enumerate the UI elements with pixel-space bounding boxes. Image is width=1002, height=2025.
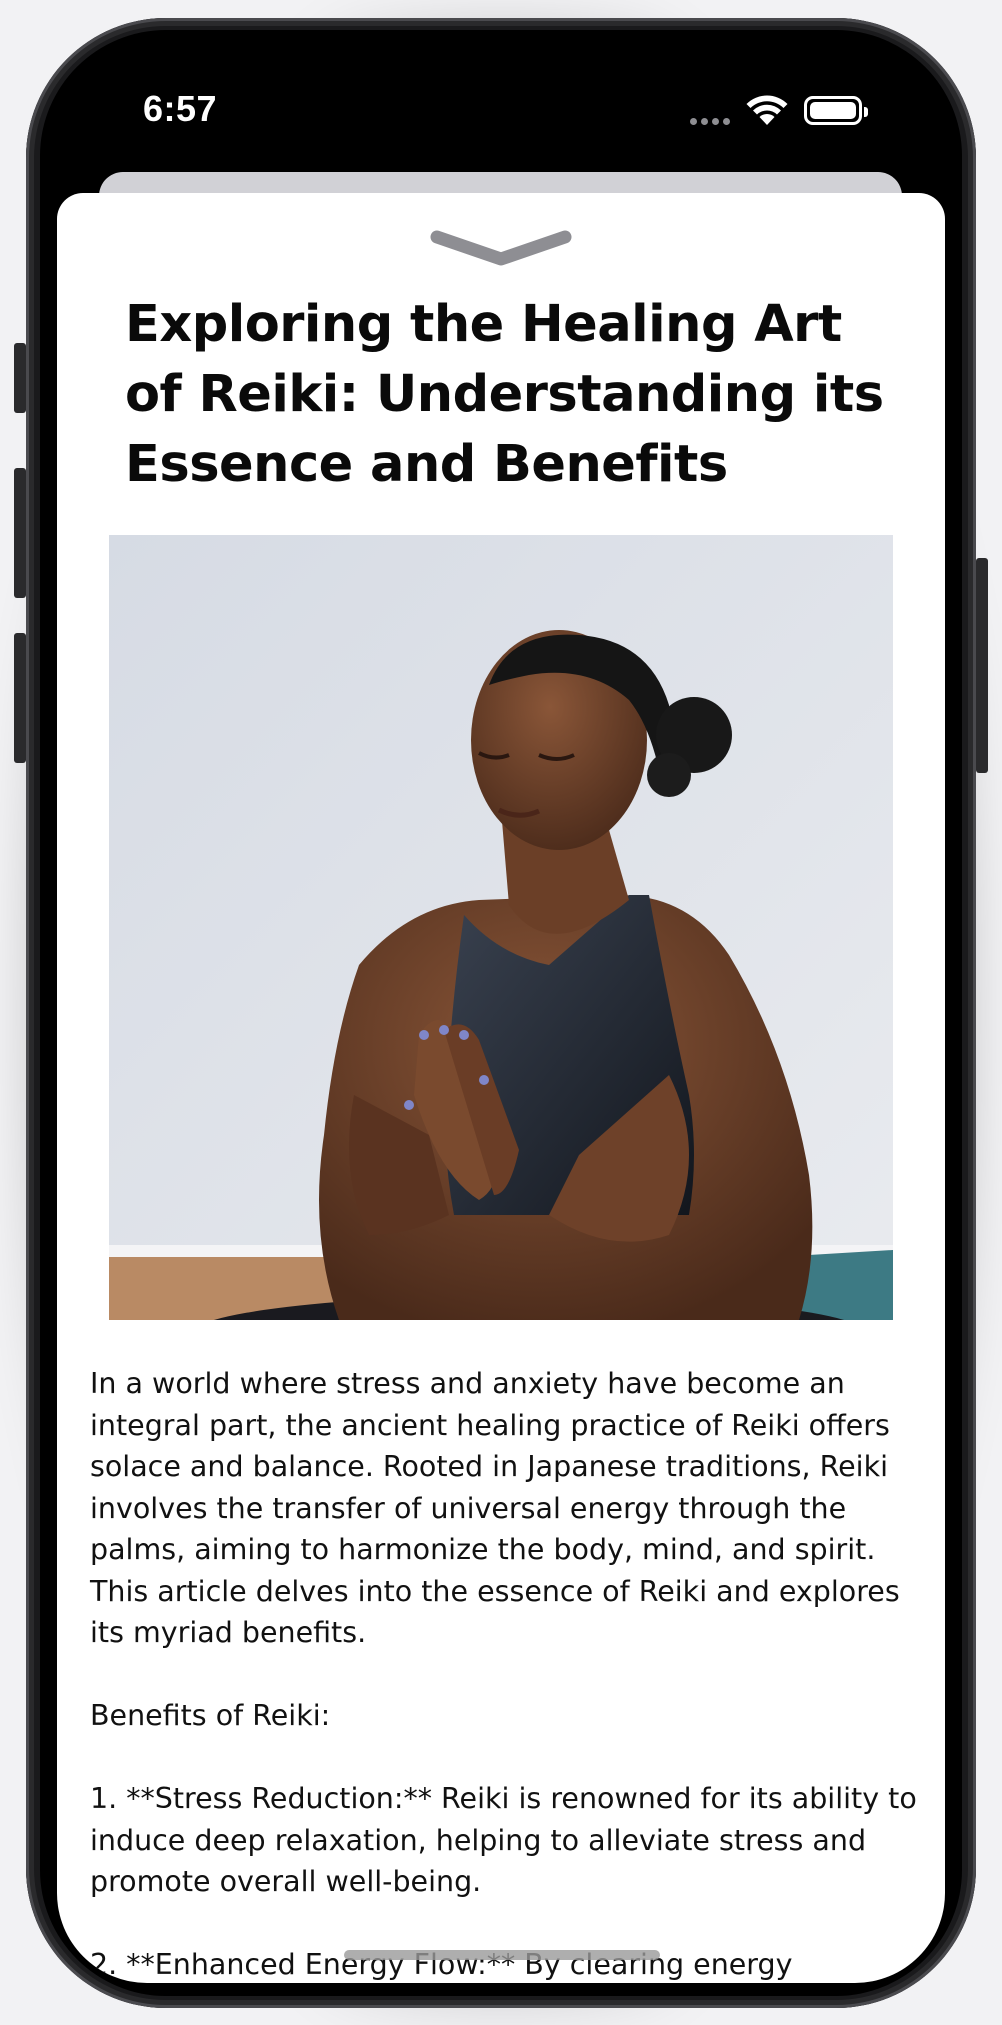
chevron-down-icon[interactable] bbox=[427, 223, 575, 273]
article-sheet[interactable]: Exploring the Healing Art of Reiki: Unde… bbox=[57, 193, 945, 1983]
battery-icon bbox=[804, 96, 868, 125]
status-time: 6:57 bbox=[143, 88, 218, 129]
wifi-icon bbox=[746, 95, 788, 125]
benefits-heading: Benefits of Reiki: bbox=[90, 1699, 331, 1732]
volume-up-button bbox=[14, 468, 26, 598]
article-title: Exploring the Healing Art of Reiki: Unde… bbox=[125, 295, 884, 494]
hero-image bbox=[109, 535, 893, 1320]
benefit-item-1: 1. **Stress Reduction:** Reiki is renown… bbox=[90, 1782, 926, 1898]
article-intro-paragraph: In a world where stress and anxiety have… bbox=[90, 1367, 909, 1649]
power-button bbox=[976, 558, 988, 773]
silent-switch bbox=[14, 343, 26, 413]
volume-down-button bbox=[14, 633, 26, 763]
article-body: In a world where stress and anxiety have… bbox=[90, 1363, 930, 1983]
home-indicator[interactable] bbox=[344, 1950, 660, 1960]
